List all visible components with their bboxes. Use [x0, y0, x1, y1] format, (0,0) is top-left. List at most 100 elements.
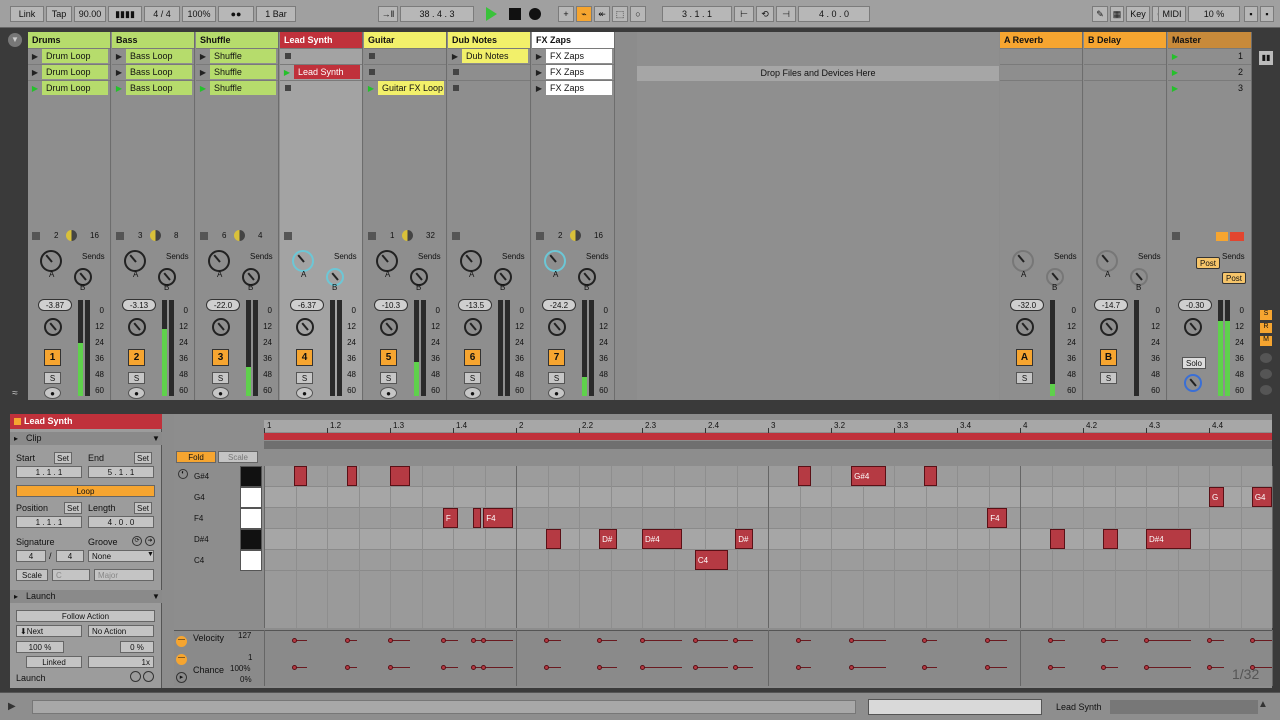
midi-note[interactable] [347, 466, 358, 486]
scene-slot[interactable]: ▶ 3 [1168, 80, 1251, 95]
scene-number[interactable]: 1 [1182, 51, 1251, 61]
clip-slot[interactable]: ▶ Bass Loop [112, 48, 194, 63]
input-channel[interactable]: 3 [138, 231, 142, 240]
track-header[interactable]: Dub Notes [448, 32, 530, 48]
monitor-icon[interactable] [66, 230, 77, 241]
metronome-bars-icon[interactable]: ▮▮▮▮ [108, 6, 142, 22]
arm-button[interactable]: ● [464, 387, 481, 399]
stop-all-icon[interactable] [1172, 232, 1180, 240]
midi-note[interactable]: D#4 [642, 529, 683, 549]
clip-slot[interactable]: ▶ Shuffle [196, 48, 278, 63]
link-button[interactable]: Link [10, 6, 44, 22]
follow-chance-a[interactable]: 100 % [16, 641, 64, 653]
scene-launch-icon[interactable]: ▶ [1168, 68, 1182, 77]
scene-number[interactable]: 3 [1182, 83, 1251, 93]
pan-knob[interactable] [1184, 318, 1202, 336]
output-channel[interactable]: 32 [426, 231, 435, 240]
io-icon[interactable] [1260, 385, 1272, 395]
input-channel[interactable]: 1 [390, 231, 394, 240]
end-set-button[interactable]: Set [134, 452, 152, 464]
arm-button[interactable]: ● [380, 387, 397, 399]
pan-knob[interactable] [548, 318, 566, 336]
launch-collapse-icon[interactable]: ▼ [152, 592, 160, 601]
clip-slot[interactable]: ▶ Drum Loop [28, 48, 110, 63]
clip-play-icon[interactable]: ▶ [364, 84, 378, 93]
clip-slot[interactable] [364, 48, 446, 63]
clip-stop-icon[interactable] [285, 85, 291, 91]
volume-field[interactable]: -14.7 [1094, 299, 1128, 311]
clip[interactable]: FX Zaps [546, 49, 612, 63]
overdub-icon[interactable]: + [558, 6, 574, 22]
track-activator-button[interactable]: 3 [212, 349, 229, 366]
scale-type-select[interactable]: Major [94, 569, 154, 581]
send-a-knob[interactable] [376, 250, 398, 272]
track-stop-icon[interactable] [368, 232, 376, 240]
drop-area[interactable]: Drop Files and Devices Here [637, 32, 999, 400]
length-field[interactable]: 4 . 0 . 0 [88, 516, 154, 528]
clip[interactable]: Drum Loop [42, 49, 108, 63]
track-stop-icon[interactable] [116, 232, 124, 240]
clip[interactable]: Drum Loop [42, 65, 108, 79]
groove-commit-icon[interactable]: ➜ [145, 536, 155, 546]
track-stop-icon[interactable] [284, 232, 292, 240]
mixer-toggle-icon[interactable]: M [1260, 336, 1272, 346]
clip-stop-icon[interactable] [285, 53, 291, 59]
midi-note[interactable]: F4 [483, 508, 514, 528]
loop-length-field[interactable]: 4 . 0 . 0 [798, 6, 870, 22]
browser-toggle-icon[interactable]: ▼ [8, 33, 22, 47]
monitor-icon[interactable] [402, 230, 413, 241]
clip-slot[interactable] [280, 48, 362, 63]
linked-toggle[interactable]: Linked [26, 656, 82, 668]
chance-marker[interactable] [440, 665, 446, 670]
start-field[interactable]: 1 . 1 . 1 [16, 466, 82, 478]
volume-field[interactable]: -22.0 [206, 299, 240, 311]
clip-slot[interactable]: ▶ Drum Loop [28, 64, 110, 79]
post-a-button[interactable]: Post [1196, 257, 1220, 269]
track-stop-icon[interactable] [452, 232, 460, 240]
volume-field[interactable]: -10.3 [374, 299, 408, 311]
signature-numerator[interactable]: 4 [16, 550, 46, 562]
clip-play-icon[interactable]: ▶ [196, 68, 210, 77]
follow-action-a-select[interactable]: ⬇ Next [16, 625, 82, 637]
groove-select[interactable]: None [88, 550, 154, 562]
midi-note[interactable]: G4 [1251, 487, 1272, 507]
play-icon[interactable] [486, 7, 497, 21]
clip-slot[interactable]: ▶ FX Zaps [532, 48, 614, 63]
scale-button[interactable]: Scale [218, 451, 258, 463]
midi-note[interactable] [294, 466, 307, 486]
clip-stop-icon[interactable] [453, 69, 459, 75]
clip[interactable]: FX Zaps [546, 65, 612, 79]
clip-activator-icon[interactable] [14, 418, 21, 425]
clip[interactable]: Shuffle [210, 81, 276, 95]
scene-slot[interactable]: ▶ 1 [1168, 48, 1251, 63]
track-header[interactable]: Guitar [364, 32, 446, 48]
output-channel[interactable]: 8 [174, 231, 178, 240]
velocity-marker[interactable] [388, 638, 393, 643]
track-header[interactable]: Lead Synth [280, 32, 362, 48]
clip-play-icon[interactable]: ▶ [28, 84, 42, 93]
punch-in-icon[interactable]: ⊢ [734, 6, 754, 22]
midi-note[interactable] [546, 529, 562, 549]
pan-knob[interactable] [1016, 318, 1034, 336]
velocity-marker[interactable] [440, 638, 446, 643]
solo-button[interactable]: S [548, 372, 565, 384]
chance-marker[interactable] [1144, 665, 1149, 670]
track-stop-icon[interactable] [32, 232, 40, 240]
key-map-button[interactable]: Key [1126, 6, 1150, 22]
clip-slot[interactable]: ▶ Lead Synth [280, 64, 362, 79]
clip-slot[interactable]: ▶ Drum Loop [28, 80, 110, 95]
clip-slot[interactable] [448, 64, 530, 79]
return-header[interactable]: A Reverb [1000, 32, 1082, 48]
clip-play-icon[interactable]: ▶ [532, 68, 546, 77]
track-activator-button[interactable]: 2 [128, 349, 145, 366]
loop-button[interactable]: Loop [16, 485, 155, 497]
prev-clip-icon[interactable] [130, 671, 141, 682]
clip[interactable]: Bass Loop [126, 49, 192, 63]
follow-multiplier[interactable]: 1x [88, 656, 154, 668]
midi-map-button[interactable]: MIDI [1158, 6, 1186, 22]
track-activator-button[interactable]: 7 [548, 349, 565, 366]
clip-play-icon[interactable]: ▶ [112, 84, 126, 93]
clip-section-header[interactable]: Clip [10, 432, 162, 445]
stop-icon[interactable] [509, 8, 521, 20]
clip[interactable]: Bass Loop [126, 65, 192, 79]
